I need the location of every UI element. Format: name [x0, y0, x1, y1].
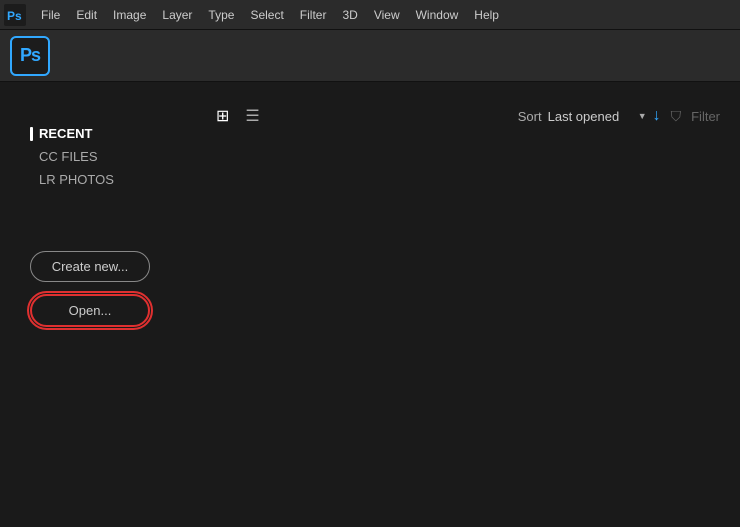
ps-logo: Ps	[10, 36, 50, 76]
filter-label: Filter	[691, 109, 720, 124]
menu-select[interactable]: Select	[243, 5, 290, 25]
menu-bar: Ps File Edit Image Layer Type Select Fil…	[0, 0, 740, 30]
menu-type[interactable]: Type	[201, 5, 241, 25]
filter-icon[interactable]: ⛉	[671, 108, 682, 125]
main-content: RECENT CC FILES LR PHOTOS Create new... …	[0, 82, 740, 527]
ps-logo-text: Ps	[20, 45, 40, 66]
ps-small-logo: Ps	[4, 4, 26, 26]
create-new-button[interactable]: Create new...	[30, 251, 150, 282]
menu-layer[interactable]: Layer	[155, 5, 199, 25]
menu-items: File Edit Image Layer Type Select Filter…	[34, 5, 506, 25]
left-sidebar: RECENT CC FILES LR PHOTOS Create new... …	[0, 82, 180, 527]
open-button[interactable]: Open...	[30, 294, 150, 327]
sidebar-item-recent[interactable]: RECENT	[30, 122, 160, 145]
app-header: Ps	[0, 30, 740, 82]
sort-label: Sort	[518, 109, 542, 124]
list-view-button[interactable]: ☰	[239, 102, 265, 130]
right-content: ⊞ ☰ Sort Last opened Name Date modified …	[180, 82, 740, 527]
sidebar-item-lr-photos[interactable]: LR PHOTOS	[30, 168, 160, 191]
menu-filter[interactable]: Filter	[293, 5, 334, 25]
list-icon: ☰	[245, 108, 259, 125]
menu-edit[interactable]: Edit	[69, 5, 104, 25]
menu-3d[interactable]: 3D	[335, 5, 364, 25]
grid-icon: ⊞	[216, 108, 229, 125]
sort-direction-button[interactable]: ↓	[653, 107, 661, 125]
menu-view[interactable]: View	[367, 5, 407, 25]
menu-image[interactable]: Image	[106, 5, 153, 25]
grid-view-button[interactable]: ⊞	[210, 102, 235, 130]
sort-area: Sort Last opened Name Date modified File…	[518, 107, 661, 125]
menu-help[interactable]: Help	[467, 5, 506, 25]
svg-text:Ps: Ps	[7, 9, 22, 23]
nav-section: RECENT CC FILES LR PHOTOS	[30, 122, 160, 191]
button-area: Create new... Open...	[30, 251, 160, 327]
menu-window[interactable]: Window	[409, 5, 466, 25]
sort-select[interactable]: Last opened Name Date modified File size	[548, 109, 647, 124]
menu-file[interactable]: File	[34, 5, 67, 25]
sort-dropdown-wrapper: Last opened Name Date modified File size	[548, 109, 647, 124]
content-toolbar: ⊞ ☰ Sort Last opened Name Date modified …	[190, 102, 720, 130]
view-toggle: ⊞ ☰	[210, 102, 266, 130]
sidebar-item-cc-files[interactable]: CC FILES	[30, 145, 160, 168]
